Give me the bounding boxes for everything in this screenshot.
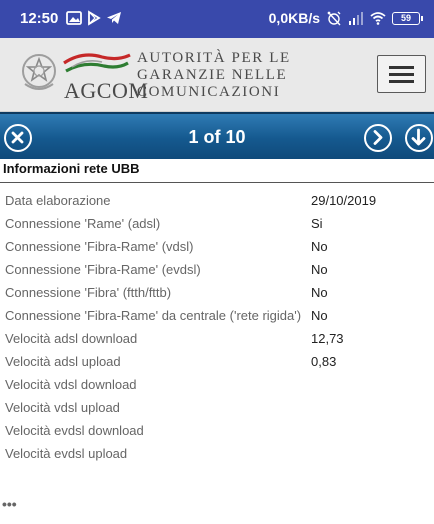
row-value: No: [311, 285, 328, 300]
menu-bar: [389, 73, 414, 76]
table-row: Connessione 'Fibra' (ftth/fttb) No: [0, 282, 434, 305]
result-navigation-bar: 1 of 10: [0, 112, 434, 159]
network-speed: 0,0KB/s: [268, 10, 320, 26]
logo-line-3: COMUNICAZIONI: [137, 84, 281, 100]
logo-agcom-text: AGCOM: [64, 78, 149, 103]
arrow-down-icon: [411, 128, 426, 146]
row-value: Si: [311, 216, 323, 231]
row-label: Connessione 'Fibra' (ftth/fttb): [5, 285, 172, 300]
table-row: Velocità adsl upload 0,83: [0, 351, 434, 374]
row-value: 12,73: [311, 331, 344, 346]
notification-icons: [66, 10, 122, 26]
info-table: Data elaborazione 29/10/2019 Connessione…: [0, 190, 434, 466]
table-row: Connessione 'Fibra-Rame' (evdsl) No: [0, 259, 434, 282]
gallery-icon: [66, 11, 82, 25]
row-label: Connessione 'Rame' (adsl): [5, 216, 161, 231]
row-value: No: [311, 262, 328, 277]
menu-bar: [389, 66, 414, 69]
row-label: Velocità evdsl upload: [5, 446, 128, 461]
chevron-right-icon: [373, 130, 383, 145]
alarm-off-icon: [327, 11, 341, 26]
status-bar: 12:50 0,0KB/s 59: [0, 0, 434, 38]
table-row: Connessione 'Rame' (adsl) Si: [0, 213, 434, 236]
logo-line-2: GARANZIE NELLE: [137, 67, 288, 83]
status-time: 12:50: [20, 10, 59, 27]
row-label: Velocità evdsl download: [5, 423, 144, 438]
row-label: Velocità vdsl upload: [5, 400, 120, 415]
row-value: 0,83: [311, 354, 337, 369]
menu-bar: [389, 80, 414, 83]
signal-icon: [349, 12, 363, 25]
row-label: Velocità vdsl download: [5, 377, 137, 392]
play-store-icon: [88, 10, 101, 26]
table-row: Velocità evdsl upload: [0, 443, 434, 466]
row-value: 29/10/2019: [311, 193, 377, 208]
table-row: Velocità adsl download 12,73: [0, 328, 434, 351]
republic-emblem-icon: [22, 54, 56, 90]
section-divider: [0, 182, 434, 183]
system-tray: 0,0KB/s 59: [268, 10, 423, 26]
site-header: AGCOM AUTORITÀ PER LE GARANZIE NELLE COM…: [0, 38, 434, 112]
row-label: Connessione 'Fibra-Rame' (vdsl): [5, 239, 194, 254]
table-row: Velocità vdsl download: [0, 374, 434, 397]
row-label: Connessione 'Fibra-Rame' da centrale ('r…: [5, 308, 302, 323]
row-label: Velocità adsl upload: [5, 354, 121, 369]
hamburger-menu-button[interactable]: [377, 55, 426, 93]
next-button[interactable]: [364, 124, 392, 152]
row-label: Data elaborazione: [5, 193, 111, 208]
more-options-button[interactable]: •••: [2, 496, 17, 512]
row-value: No: [311, 308, 328, 323]
table-row: Velocità evdsl download: [0, 420, 434, 443]
table-row: Data elaborazione 29/10/2019: [0, 190, 434, 213]
wifi-icon: [370, 12, 386, 25]
battery-level: 59: [400, 13, 411, 23]
table-row: Connessione 'Fibra-Rame' da centrale ('r…: [0, 305, 434, 328]
table-row: Velocità vdsl upload: [0, 397, 434, 420]
agcom-wave-logo-icon: [63, 53, 131, 73]
row-label: Velocità adsl download: [5, 331, 138, 346]
scroll-down-button[interactable]: [405, 124, 433, 152]
table-row: Connessione 'Fibra-Rame' (vdsl) No: [0, 236, 434, 259]
section-title: Informazioni rete UBB: [3, 161, 140, 176]
battery-icon: 59: [392, 11, 423, 25]
logo-line-1: AUTORITÀ PER LE: [137, 50, 291, 66]
row-value: No: [311, 239, 328, 254]
row-label: Connessione 'Fibra-Rame' (evdsl): [5, 262, 201, 277]
telegram-icon: [107, 12, 121, 24]
